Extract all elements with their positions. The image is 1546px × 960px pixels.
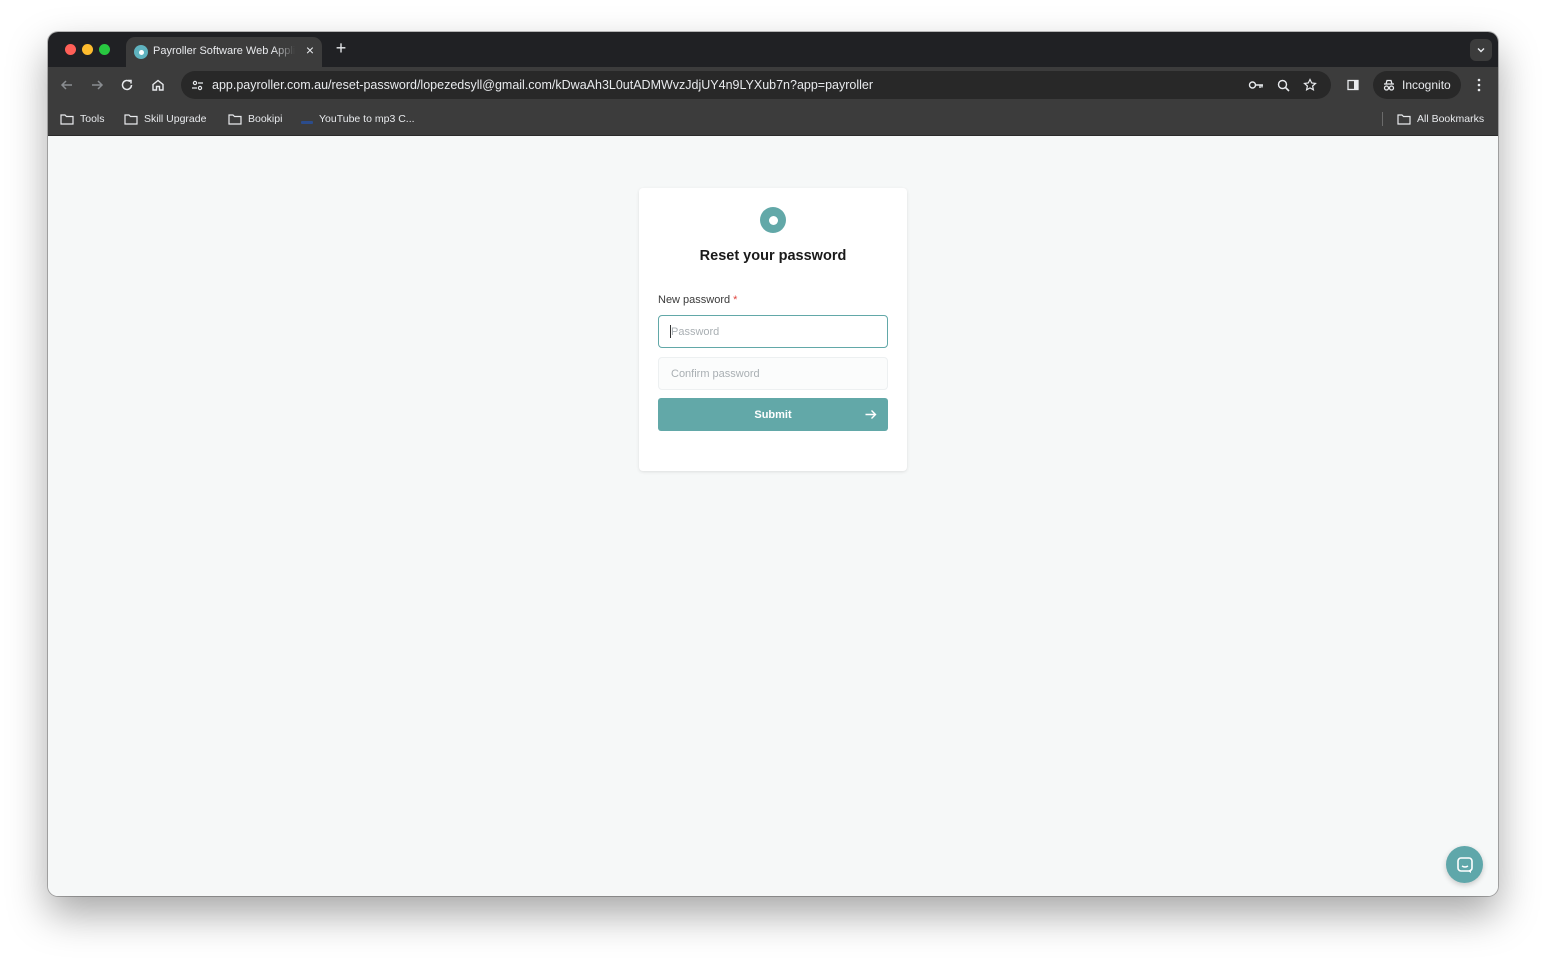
tab-title: Payroller Software Web Application [153, 45, 295, 57]
side-panel-icon [1347, 79, 1359, 91]
site-favicon [301, 121, 313, 124]
all-bookmarks-button[interactable]: All Bookmarks [1397, 111, 1484, 127]
browser-menu-button[interactable] [1466, 72, 1492, 98]
home-icon [152, 79, 164, 91]
site-info-icon[interactable] [187, 75, 207, 95]
incognito-indicator[interactable]: Incognito [1373, 71, 1461, 99]
arrow-right-icon [92, 80, 104, 90]
bookmark-star-icon[interactable] [1300, 75, 1320, 95]
bookmark-bookipi[interactable]: Bookipi [228, 111, 282, 127]
browser-tab-active[interactable]: Payroller Software Web Application × [126, 37, 322, 67]
close-window-button[interactable] [65, 44, 76, 55]
bookmarks-bar: Tools Skill Upgrade Bookipi YouTube to m… [48, 103, 1498, 136]
submit-label: Submit [754, 408, 792, 421]
folder-icon [228, 114, 242, 125]
payroller-favicon-icon [134, 45, 148, 59]
bookmark-tools[interactable]: Tools [60, 111, 105, 127]
bookmark-youtube-to-mp3[interactable]: YouTube to mp3 C... [301, 111, 415, 127]
folder-icon [1397, 114, 1411, 125]
payroller-logo-icon [760, 207, 786, 233]
new-password-label: New password * [658, 294, 738, 306]
address-bar[interactable]: app.payroller.com.au/reset-password/lope… [181, 71, 1331, 99]
bookmarks-divider [1382, 112, 1383, 126]
chat-icon [1456, 856, 1473, 873]
more-vertical-icon [1477, 78, 1481, 92]
browser-toolbar: app.payroller.com.au/reset-password/lope… [48, 67, 1498, 103]
tab-search-button[interactable] [1470, 39, 1492, 61]
home-button[interactable] [145, 72, 171, 98]
forward-button[interactable] [84, 72, 110, 98]
minimize-window-button[interactable] [82, 44, 93, 55]
password-key-icon[interactable] [1246, 75, 1266, 95]
confirm-password-input[interactable] [658, 357, 888, 390]
url-text[interactable]: app.payroller.com.au/reset-password/lope… [212, 78, 873, 92]
arrow-right-icon [865, 410, 877, 419]
text-caret [670, 325, 671, 338]
chevron-down-icon [1477, 48, 1485, 53]
side-panel-button[interactable] [1340, 72, 1366, 98]
reset-password-card: Reset your password New password * Submit [639, 188, 907, 471]
zoom-icon[interactable] [1273, 75, 1293, 95]
password-input[interactable] [658, 315, 888, 348]
bookmark-skill-upgrade[interactable]: Skill Upgrade [124, 111, 206, 127]
arrow-left-icon [60, 80, 72, 90]
reload-icon [121, 79, 133, 91]
browser-window: Payroller Software Web Application × + a… [48, 32, 1498, 896]
tab-close-icon[interactable]: × [302, 42, 318, 58]
incognito-label: Incognito [1402, 78, 1451, 92]
required-marker: * [733, 294, 738, 306]
incognito-icon [1383, 79, 1395, 91]
back-button[interactable] [54, 72, 80, 98]
tab-strip: Payroller Software Web Application × + [48, 32, 1498, 67]
page-content: Reset your password New password * Submit [48, 136, 1498, 896]
submit-button[interactable]: Submit [658, 398, 888, 431]
folder-icon [60, 114, 74, 125]
chat-support-button[interactable] [1446, 846, 1483, 883]
folder-icon [124, 114, 138, 125]
maximize-window-button[interactable] [99, 44, 110, 55]
reload-button[interactable] [114, 72, 140, 98]
new-tab-button[interactable]: + [330, 37, 352, 59]
page-title: Reset your password [699, 248, 847, 264]
